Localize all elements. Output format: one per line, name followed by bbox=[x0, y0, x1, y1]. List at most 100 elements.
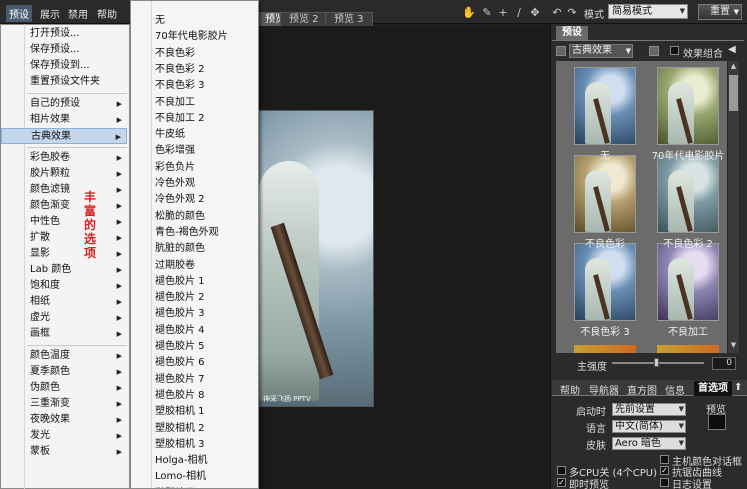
submenu-item[interactable]: 塑胶相机 2 bbox=[155, 419, 205, 434]
menu-item[interactable]: 颜色渐变 ▶ bbox=[1, 198, 127, 214]
pin-up-icon[interactable]: ⬆ bbox=[734, 382, 742, 393]
submenu-item[interactable]: Holga-相机 bbox=[155, 451, 208, 466]
menu-item[interactable]: 保存预设... bbox=[1, 42, 127, 58]
scroll-thumb[interactable] bbox=[729, 75, 738, 111]
preset-category-select[interactable]: 古典效果 bbox=[569, 44, 633, 58]
crosshair-icon[interactable]: + bbox=[496, 6, 510, 20]
slider-knob[interactable] bbox=[654, 358, 659, 367]
submenu-item[interactable]: 塑胶相机 3 bbox=[155, 435, 205, 450]
submenu-item[interactable]: 过期胶卷 bbox=[155, 256, 195, 271]
menu-item[interactable]: 相纸 ▶ bbox=[1, 294, 127, 310]
eyedropper-icon[interactable]: ✎ bbox=[480, 6, 494, 20]
submenu-item[interactable]: 褪色胶片 7 bbox=[155, 370, 205, 385]
menu-item[interactable]: 相片效果 ▶ bbox=[1, 112, 127, 128]
submenu-item[interactable]: 褪色胶片 6 bbox=[155, 353, 205, 368]
tab-presets[interactable]: 预设 bbox=[556, 26, 588, 40]
submenu-item[interactable]: 青色-褐色外观 bbox=[155, 223, 219, 238]
preset-thumb[interactable] bbox=[657, 155, 719, 233]
realtime-checkbox[interactable]: ✓ bbox=[557, 478, 566, 487]
submenu-item[interactable]: 冷色外观 2 bbox=[155, 190, 205, 205]
menu-item[interactable]: 彩色胶卷 ▶ bbox=[1, 150, 127, 166]
strength-slider[interactable] bbox=[612, 358, 704, 367]
menu-item[interactable]: 虚光 ▶ bbox=[1, 310, 127, 326]
thumbnails-scrollbar[interactable]: ▲ ▼ bbox=[727, 61, 739, 353]
preview-color-swatch[interactable] bbox=[708, 414, 726, 430]
brush-icon[interactable]: ∕ bbox=[512, 6, 526, 20]
menu-item[interactable]: 画框 ▶ bbox=[1, 326, 127, 342]
antialias-checkbox[interactable]: ✓ bbox=[660, 466, 669, 475]
undo-icon[interactable]: ↶ bbox=[550, 6, 564, 20]
menu-item[interactable]: 蒙板 ▶ bbox=[1, 444, 127, 460]
menu-item[interactable]: 颜色温度 ▶ bbox=[1, 348, 127, 364]
collapse-icon[interactable] bbox=[556, 46, 566, 56]
submenu-item[interactable]: 不良色彩 bbox=[155, 44, 195, 59]
menu-item[interactable]: 胶片颗粒 ▶ bbox=[1, 166, 127, 182]
tab-histogram[interactable]: 直方图 bbox=[627, 382, 657, 397]
menu-disable[interactable]: 禁用 bbox=[68, 6, 88, 21]
submenu-item[interactable]: 不良加工 bbox=[155, 93, 195, 108]
menu-item[interactable]: 伪颜色 ▶ bbox=[1, 380, 127, 396]
language-select[interactable]: 中文(简体) bbox=[612, 420, 686, 433]
preset-thumb[interactable] bbox=[657, 67, 719, 145]
preset-thumb[interactable] bbox=[574, 243, 636, 321]
submenu-item[interactable]: 褪色胶片 3 bbox=[155, 304, 205, 319]
tab-help[interactable]: 帮助 bbox=[560, 382, 580, 397]
startup-select[interactable]: 先前设置 bbox=[612, 403, 686, 416]
menu-item[interactable]: 古典效果 ▶ bbox=[1, 128, 127, 144]
tab-preview-3[interactable]: 预览 3 bbox=[325, 12, 373, 26]
host-dialog-checkbox[interactable] bbox=[660, 455, 669, 464]
menu-presets[interactable]: 预设 bbox=[6, 5, 32, 22]
tab-info[interactable]: 信息 bbox=[665, 382, 685, 397]
hand-tool-icon[interactable]: ✋ bbox=[462, 6, 476, 20]
scroll-down-icon[interactable]: ▼ bbox=[729, 341, 738, 351]
mode-select[interactable]: 简易模式 bbox=[608, 4, 688, 19]
menu-item[interactable]: 显影 ▶ bbox=[1, 246, 127, 262]
menu-item[interactable]: 扩散 ▶ bbox=[1, 230, 127, 246]
menu-item[interactable]: 发光 ▶ bbox=[1, 428, 127, 444]
menu-item[interactable]: 颜色滤镜 ▶ bbox=[1, 182, 127, 198]
preset-thumb[interactable] bbox=[657, 243, 719, 321]
reset-button[interactable]: 重置 bbox=[698, 4, 742, 20]
submenu-item[interactable]: 色彩增强 bbox=[155, 141, 195, 156]
menu-item[interactable]: 自己的预设 ▶ bbox=[1, 96, 127, 112]
pin-icon[interactable]: ◀ bbox=[728, 44, 736, 55]
menu-item[interactable]: 重置预设文件夹 bbox=[1, 74, 127, 90]
menu-item[interactable]: 饱和度 ▶ bbox=[1, 278, 127, 294]
submenu-item[interactable]: 不良色彩 3 bbox=[155, 76, 205, 91]
menu-item[interactable]: 夜晚效果 ▶ bbox=[1, 412, 127, 428]
submenu-item[interactable]: 松脆的颜色 bbox=[155, 207, 205, 222]
submenu-item[interactable]: 彩色负片 bbox=[155, 158, 195, 173]
log-checkbox[interactable] bbox=[660, 478, 669, 487]
multi-cpu-checkbox[interactable] bbox=[557, 466, 566, 475]
menu-item[interactable]: 中性色 ▶ bbox=[1, 214, 127, 230]
menu-item[interactable]: 夏季颜色 ▶ bbox=[1, 364, 127, 380]
folder-icon[interactable] bbox=[649, 46, 659, 56]
submenu-item[interactable]: 肮脏的颜色 bbox=[155, 239, 205, 254]
submenu-item[interactable]: 褪色胶片 8 bbox=[155, 386, 205, 401]
redo-icon[interactable]: ↷ bbox=[565, 6, 579, 20]
submenu-item[interactable]: 不良色彩 2 bbox=[155, 60, 205, 75]
submenu-item[interactable]: 褪色胶片 2 bbox=[155, 288, 205, 303]
submenu-item[interactable]: 不良加工 2 bbox=[155, 109, 205, 124]
preset-thumb[interactable] bbox=[574, 155, 636, 233]
submenu-item[interactable]: 塑胶相机 1 bbox=[155, 402, 205, 417]
submenu-item[interactable]: 微距效果 bbox=[155, 484, 195, 489]
scroll-up-icon[interactable]: ▲ bbox=[729, 62, 738, 72]
move-icon[interactable]: ✥ bbox=[528, 6, 542, 20]
tab-preferences[interactable]: 首选项 bbox=[694, 381, 732, 396]
menu-display[interactable]: 展示 bbox=[40, 6, 60, 21]
submenu-item[interactable]: 冷色外观 bbox=[155, 174, 195, 189]
submenu-item[interactable]: 牛皮纸 bbox=[155, 125, 185, 140]
preset-thumb[interactable] bbox=[574, 67, 636, 145]
submenu-item[interactable]: 70年代电影胶片 bbox=[155, 27, 228, 42]
menu-item[interactable]: Lab 颜色 ▶ bbox=[1, 262, 127, 278]
submenu-item[interactable]: 褪色胶片 4 bbox=[155, 321, 205, 336]
tab-preview-2[interactable]: 预览 2 bbox=[280, 12, 328, 26]
strength-value[interactable]: 0 bbox=[712, 357, 736, 370]
menu-item[interactable]: 三重渐变 ▶ bbox=[1, 396, 127, 412]
tab-navigator[interactable]: 导航器 bbox=[589, 382, 619, 397]
submenu-item[interactable]: 无 bbox=[155, 11, 165, 26]
menu-help[interactable]: 帮助 bbox=[97, 6, 117, 21]
combine-checkbox[interactable] bbox=[670, 46, 679, 55]
submenu-item[interactable]: 褪色胶片 1 bbox=[155, 272, 205, 287]
